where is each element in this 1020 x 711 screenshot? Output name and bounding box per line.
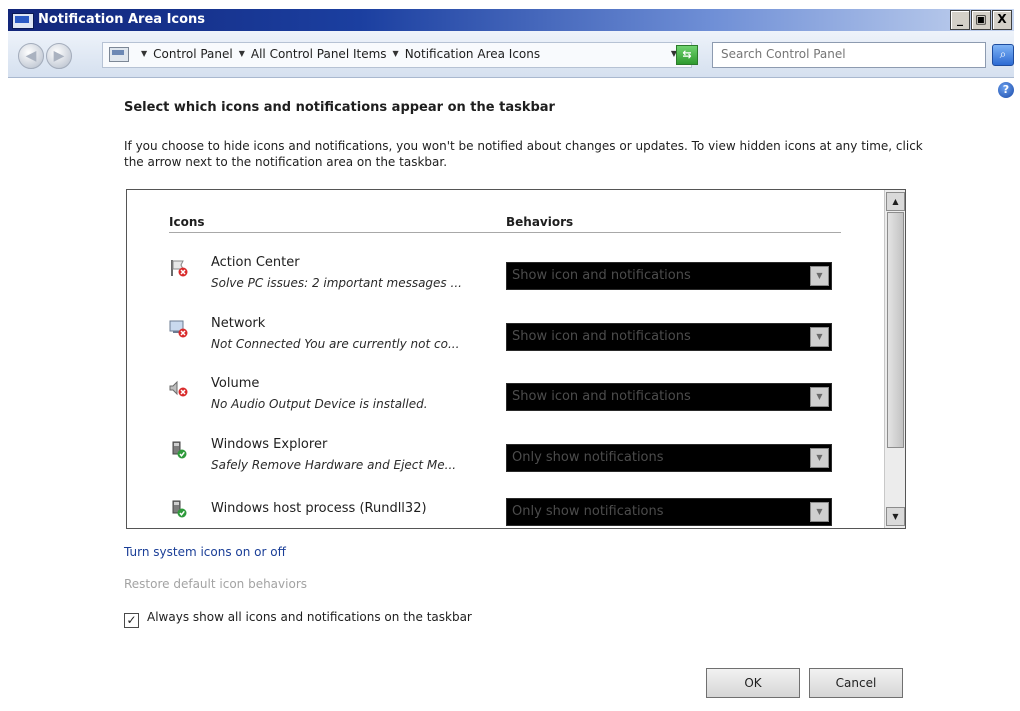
list-item: Network Not Connected You are currently … [127, 315, 877, 371]
restore-defaults-link: Restore default icon behaviors [124, 577, 307, 591]
cancel-button[interactable]: Cancel [809, 668, 903, 698]
header-divider [169, 232, 841, 233]
list-item: Volume No Audio Output Device is install… [127, 375, 877, 431]
control-panel-icon [12, 13, 34, 29]
forward-button[interactable]: ▶ [46, 43, 72, 69]
scrollbar-thumb[interactable] [887, 212, 904, 448]
chevron-down-icon[interactable]: ▼ [810, 387, 829, 407]
address-bar: ◀ ▶ ▼ Control Panel ▼ All Control Panel Ite… [8, 31, 1014, 78]
crumb-notification-area-icons[interactable]: Notification Area Icons [405, 47, 540, 61]
always-show-option[interactable]: ✓ Always show all icons and notifications… [124, 610, 472, 628]
list-item: Action Center Solve PC issues: 2 importa… [127, 254, 877, 310]
control-panel-icon [109, 47, 129, 62]
behavior-dropdown[interactable]: Show icon and notifications ▼ [506, 383, 832, 411]
search-icon[interactable]: ⌕ [992, 44, 1014, 66]
chevron-down-icon[interactable]: ▼ [810, 266, 829, 286]
behavior-dropdown[interactable]: Show icon and notifications ▼ [506, 323, 832, 351]
usb-eject-icon [172, 441, 187, 459]
column-header-icons: Icons [169, 215, 205, 229]
action-center-flag-icon [171, 260, 188, 277]
chevron-down-icon[interactable]: ▼ [810, 327, 829, 347]
scroll-up-arrow-icon[interactable]: ▲ [886, 192, 905, 211]
behavior-value: Show icon and notifications [512, 268, 691, 283]
behavior-value: Only show notifications [512, 504, 664, 519]
search-box [712, 42, 986, 68]
chevron-right-icon[interactable]: ▼ [393, 49, 399, 58]
help-icon[interactable]: ? [998, 82, 1014, 98]
behavior-value: Only show notifications [512, 450, 664, 465]
maximize-button[interactable]: ▣ [971, 10, 991, 30]
chevron-right-icon[interactable]: ▼ [141, 49, 147, 58]
chevron-down-icon[interactable]: ▼ [810, 502, 829, 522]
search-input[interactable] [713, 43, 981, 65]
row-name: Action Center [211, 255, 300, 270]
volume-icon [169, 380, 188, 397]
column-header-behaviors: Behaviors [506, 215, 574, 229]
row-name: Windows Explorer [211, 437, 328, 452]
refresh-button[interactable]: ⇆ [676, 45, 698, 65]
row-name: Windows host process (Rundll32) [211, 501, 427, 516]
icons-list-panel: Icons Behaviors Action Center Solve PC i… [126, 189, 906, 529]
always-show-checkbox[interactable]: ✓ [124, 613, 139, 628]
breadcrumb-path: ▼ Control Panel ▼ All Control Panel Items ▼ N… [135, 47, 540, 61]
minimize-button[interactable]: _ [950, 10, 970, 30]
row-description: Safely Remove Hardware and Eject Me... [211, 458, 457, 472]
page-title: Select which icons and notifications app… [124, 100, 555, 115]
crumb-all-items[interactable]: All Control Panel Items [251, 47, 387, 61]
back-button[interactable]: ◀ [18, 43, 44, 69]
close-button[interactable]: X [992, 10, 1012, 30]
turn-system-icons-link[interactable]: Turn system icons on or off [124, 545, 286, 559]
row-description: No Audio Output Device is installed. [211, 397, 428, 411]
ok-button[interactable]: OK [706, 668, 800, 698]
row-description: Solve PC issues: 2 important messages ..… [211, 276, 462, 290]
vertical-scrollbar[interactable]: ▲ ▼ [884, 190, 905, 528]
usb-eject-icon [172, 500, 187, 518]
behavior-dropdown[interactable]: Only show notifications ▼ [506, 498, 832, 526]
intro-text: If you choose to hide icons and notifica… [124, 139, 923, 169]
row-description: Not Connected You are currently not co..… [211, 337, 460, 351]
behavior-dropdown[interactable]: Only show notifications ▼ [506, 444, 832, 472]
network-icon [169, 320, 188, 338]
behavior-dropdown[interactable]: Show icon and notifications ▼ [506, 262, 832, 290]
row-name: Network [211, 316, 266, 331]
crumb-control-panel[interactable]: Control Panel [153, 47, 233, 61]
chevron-right-icon[interactable]: ▼ [239, 49, 245, 58]
always-show-label[interactable]: Always show all icons and notifications … [147, 610, 472, 624]
breadcrumb[interactable]: ▼ Control Panel ▼ All Control Panel Items ▼ N… [102, 42, 692, 68]
list-item: Windows host process (Rundll32) Only sho… [127, 496, 877, 528]
scroll-down-arrow-icon[interactable]: ▼ [886, 507, 905, 526]
row-name: Volume [211, 376, 260, 391]
title-bar: Notification Area Icons _ ▣ X [8, 9, 1014, 31]
behavior-value: Show icon and notifications [512, 389, 691, 404]
window-title: Notification Area Icons [38, 12, 206, 27]
chevron-down-icon[interactable]: ▼ [810, 448, 829, 468]
behavior-value: Show icon and notifications [512, 329, 691, 344]
list-item: Windows Explorer Safely Remove Hardware … [127, 436, 877, 492]
